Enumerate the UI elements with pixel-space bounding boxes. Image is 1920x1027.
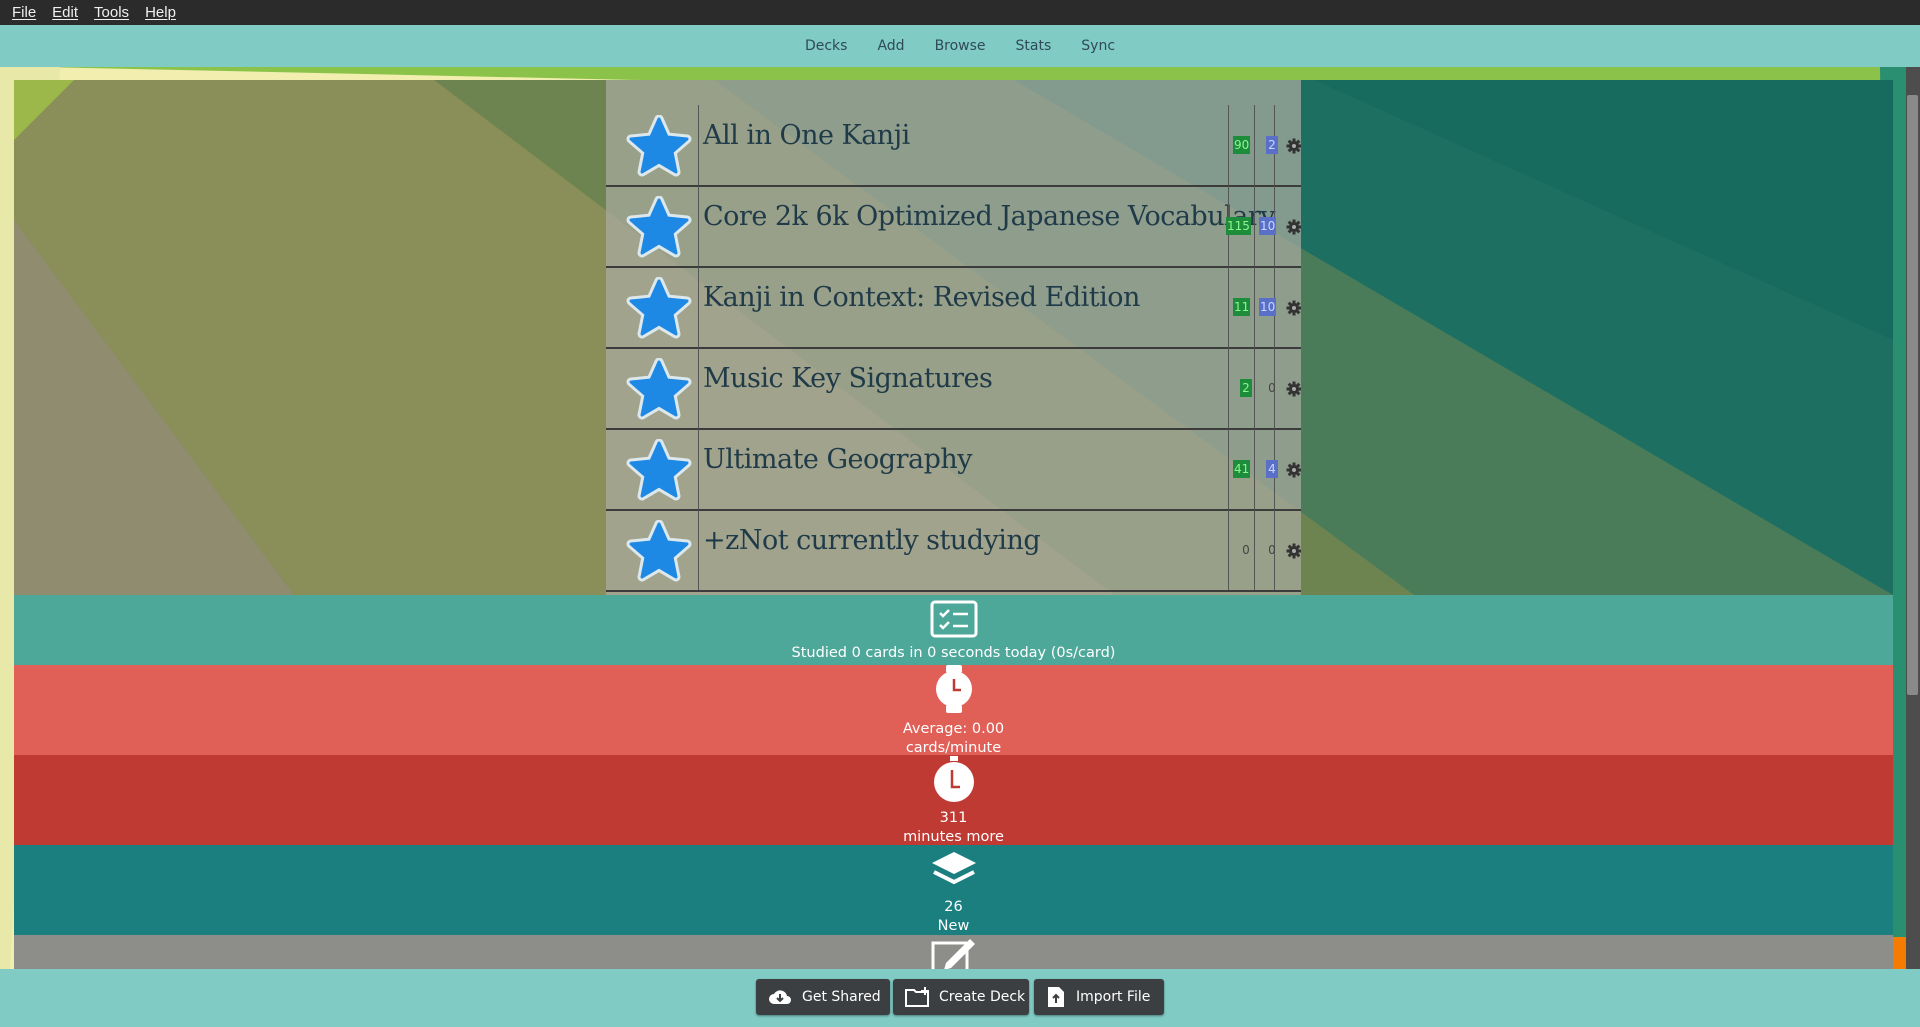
minutes-value: 311 [939, 810, 968, 826]
stopwatch-icon [934, 756, 974, 802]
deck-name[interactable]: +zNot currently studying [703, 525, 1041, 556]
column-divider [1228, 267, 1229, 347]
remaining-band: 311 minutes more [14, 755, 1893, 845]
menu-bar: File Edit Tools Help [0, 0, 1920, 25]
column-divider [698, 510, 699, 590]
deck-name[interactable]: All in One Kanji [703, 120, 910, 151]
review-count: 0 [1268, 543, 1276, 557]
deck-name[interactable]: Core 2k 6k Optimized Japanese Vocabulary [703, 201, 1275, 232]
file-upload-icon [1048, 987, 1064, 1007]
menu-help[interactable]: Help [145, 4, 176, 21]
new-count: 115 [1226, 217, 1251, 235]
star-icon [626, 277, 692, 339]
column-divider [1254, 348, 1255, 428]
new-count: 11 [1233, 298, 1251, 316]
menu-edit[interactable]: Edit [52, 4, 78, 21]
toolbar-sync[interactable]: Sync [1066, 38, 1130, 54]
layers-icon [932, 852, 976, 885]
new-count: 0 [1242, 543, 1250, 557]
column-divider [1254, 429, 1255, 509]
toolbar-decks[interactable]: Decks [790, 38, 863, 54]
review-count: 10 [1259, 298, 1277, 316]
average-band: Average: 0.00 cards/minute [14, 665, 1893, 756]
gear-icon[interactable] [1286, 381, 1301, 397]
studied-text: Studied 0 cards in 0 seconds today (0s/c… [791, 645, 1116, 661]
deck-row[interactable]: Ultimate Geography 41 4 [606, 429, 1301, 511]
column-divider [698, 348, 699, 428]
deck-name[interactable]: Music Key Signatures [703, 363, 993, 394]
main-content: All in One Kanji 90 2 Core 2k 6k Optimized … [14, 80, 1893, 969]
get-shared-button[interactable]: Get Shared [756, 979, 890, 1015]
toolbar-stats[interactable]: Stats [1001, 38, 1067, 54]
new-label: New [937, 918, 970, 934]
import-file-button[interactable]: Import File [1034, 979, 1164, 1015]
create-deck-button[interactable]: Create Deck [893, 979, 1029, 1015]
review-count: 0 [1268, 381, 1276, 395]
gear-icon[interactable] [1286, 138, 1301, 154]
deck-row[interactable]: Music Key Signatures 2 0 [606, 348, 1301, 430]
deck-row[interactable]: All in One Kanji 90 2 [606, 105, 1301, 187]
deck-row[interactable]: Core 2k 6k Optimized Japanese Vocabulary… [606, 186, 1301, 268]
column-divider [1228, 429, 1229, 509]
new-value: 26 [944, 899, 963, 915]
gear-icon[interactable] [1286, 300, 1301, 316]
deck-list: All in One Kanji 90 2 Core 2k 6k Optimized … [606, 80, 1301, 595]
deck-name[interactable]: Ultimate Geography [703, 444, 973, 475]
column-divider [1254, 510, 1255, 590]
deck-row[interactable]: +zNot currently studying 0 0 [606, 510, 1301, 592]
column-divider [698, 429, 699, 509]
bottom-bar: Get Shared Create Deck Import File [0, 969, 1920, 1027]
checklist-icon [930, 600, 978, 638]
column-divider [698, 267, 699, 347]
new-count: 90 [1233, 136, 1251, 154]
deck-name[interactable]: Kanji in Context: Revised Edition [703, 282, 1140, 313]
new-band: 26 New [14, 845, 1893, 935]
column-divider [698, 186, 699, 266]
import-file-label: Import File [1076, 989, 1151, 1005]
gear-icon[interactable] [1286, 462, 1301, 478]
new-count: 41 [1233, 460, 1251, 478]
edit-icon[interactable] [930, 937, 976, 969]
column-divider [1254, 267, 1255, 347]
column-divider [1254, 105, 1255, 185]
star-icon [626, 439, 692, 501]
create-deck-label: Create Deck [939, 989, 1026, 1005]
column-divider [698, 105, 699, 185]
column-divider [1228, 510, 1229, 590]
folder-plus-icon [905, 987, 929, 1007]
studied-band: Studied 0 cards in 0 seconds today (0s/c… [14, 595, 1893, 665]
top-toolbar: Decks Add Browse Stats Sync [0, 25, 1920, 67]
column-divider [1254, 186, 1255, 266]
review-count: 2 [1266, 136, 1278, 154]
column-divider [1228, 348, 1229, 428]
gear-icon[interactable] [1286, 219, 1301, 235]
review-count: 10 [1259, 217, 1277, 235]
toolbar-add[interactable]: Add [862, 38, 919, 54]
star-icon [626, 196, 692, 258]
star-icon [626, 520, 692, 582]
new-count: 2 [1240, 379, 1252, 397]
get-shared-label: Get Shared [802, 989, 881, 1005]
scrollbar-thumb[interactable] [1907, 95, 1918, 695]
star-icon [626, 115, 692, 177]
toolbar-browse[interactable]: Browse [920, 38, 1001, 54]
average-line1: Average: 0.00 [902, 721, 1005, 737]
cloud-download-icon [769, 990, 791, 1004]
gear-icon[interactable] [1286, 543, 1301, 559]
column-divider [1228, 105, 1229, 185]
watch-icon [936, 665, 972, 713]
star-icon [626, 358, 692, 420]
edit-band [14, 935, 1893, 969]
review-count: 4 [1266, 460, 1278, 478]
deck-row[interactable]: Kanji in Context: Revised Edition 11 10 [606, 267, 1301, 349]
menu-file[interactable]: File [12, 4, 36, 21]
menu-tools[interactable]: Tools [94, 4, 129, 21]
